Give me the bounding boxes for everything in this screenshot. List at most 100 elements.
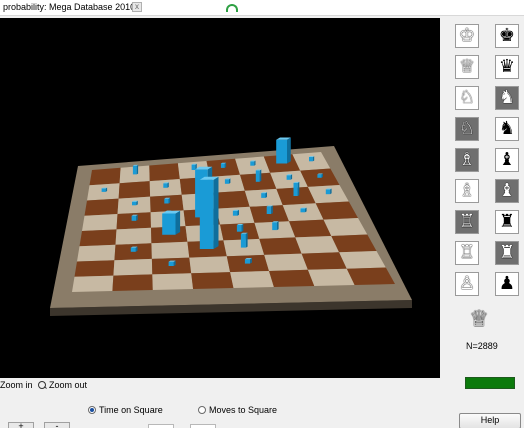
zoom-in-label: Zoom in (0, 380, 33, 390)
board-square (113, 258, 153, 276)
range-start-spinner[interactable] (148, 424, 174, 428)
close-icon[interactable]: x (132, 2, 142, 12)
help-button[interactable]: Help (459, 413, 521, 428)
board-3d-svg (50, 137, 412, 316)
bar-front (220, 163, 225, 168)
bar-front (266, 206, 272, 214)
black-rook-button[interactable]: ♜ (495, 210, 519, 234)
board-square (213, 190, 250, 209)
moves-to-square-radio[interactable] (198, 406, 206, 414)
window-title: probability: Mega Database 2010 (3, 2, 136, 12)
black-queen-button[interactable]: ♛ (495, 55, 519, 79)
bar-front (300, 208, 305, 213)
white-knight-2-button[interactable]: ♘ (455, 117, 479, 141)
bar-side (245, 232, 248, 248)
bar-side (213, 176, 219, 249)
bar-front (317, 174, 322, 178)
status-indicator (465, 377, 515, 389)
black-bishop-2-button[interactable]: ♝ (495, 179, 519, 203)
white-pawn-button[interactable]: ♙ (455, 272, 479, 296)
bar-side (168, 197, 171, 204)
bar-front (132, 201, 137, 206)
bar-front (261, 193, 266, 198)
minus-button[interactable]: - (44, 422, 70, 428)
bar-front (236, 225, 242, 232)
white-rook-2-button[interactable]: ♖ (455, 241, 479, 265)
board-square (74, 260, 115, 277)
bar-side (330, 188, 332, 195)
moves-to-square-option[interactable]: Moves to Square (198, 405, 277, 415)
black-rook-2-button[interactable]: ♜ (495, 241, 519, 265)
white-knight-button[interactable]: ♘ (455, 86, 479, 110)
board-square (259, 237, 302, 255)
bar-side (297, 181, 300, 196)
board-3d-view[interactable] (0, 18, 440, 378)
board-square (84, 198, 119, 216)
bar-side (136, 214, 138, 221)
bar-front (199, 179, 214, 249)
board-square (189, 256, 231, 274)
board-square (72, 275, 114, 292)
board-square (82, 214, 118, 231)
bar-side (167, 182, 169, 188)
white-queen-button[interactable]: ♕ (455, 55, 479, 79)
bar-front (255, 170, 260, 182)
board-square (307, 268, 355, 286)
bar-side (276, 221, 279, 231)
bottom-controls: + - Time on Square Moves to Square Help (0, 393, 524, 428)
bar-side (136, 164, 139, 175)
title-bar: probability: Mega Database 2010 x (0, 0, 524, 16)
sample-count-label: N=2889 (466, 341, 498, 351)
bar-front (130, 247, 136, 252)
bar-front (286, 175, 291, 180)
white-rook-button[interactable]: ♖ (455, 210, 479, 234)
black-pawn-button[interactable]: ♟ (495, 272, 519, 296)
black-bishop-button[interactable]: ♝ (495, 148, 519, 172)
bar-front (163, 183, 168, 188)
bar-side (312, 156, 315, 162)
app-logo-icon (226, 4, 238, 12)
bar-front (244, 259, 251, 264)
black-knight-2-button[interactable]: ♞ (495, 117, 519, 141)
bar-front (232, 210, 238, 216)
time-on-square-radio[interactable] (88, 406, 96, 414)
board-square (112, 274, 153, 291)
board-square (301, 252, 347, 270)
white-bishop-button[interactable]: ♗ (455, 148, 479, 172)
bar-front (240, 233, 246, 248)
white-bishop-2-button[interactable]: ♗ (455, 179, 479, 203)
white-king-button[interactable]: ♔ (455, 24, 479, 48)
bar-side (229, 178, 231, 184)
bar-side (271, 205, 273, 214)
bar-side (237, 209, 239, 216)
board-square (77, 244, 116, 262)
bar-side (265, 192, 267, 198)
zoom-in-button[interactable]: Zoom in (0, 380, 33, 390)
magnifier-icon (38, 380, 47, 390)
bar-front (162, 213, 176, 235)
board-square (115, 227, 152, 245)
board-square (269, 269, 315, 287)
bar-front (276, 139, 287, 164)
bar-front (272, 222, 277, 231)
bar-side (175, 210, 181, 235)
bar-front (132, 165, 137, 175)
plus-button[interactable]: + (8, 422, 34, 428)
board-square (118, 181, 151, 199)
board-square (295, 236, 340, 254)
time-on-square-label: Time on Square (99, 405, 163, 415)
black-knight-button[interactable]: ♞ (495, 86, 519, 110)
bar-side (287, 137, 291, 164)
range-end-spinner[interactable] (190, 424, 216, 428)
bar-front (131, 215, 137, 221)
bar-front (309, 157, 313, 162)
bar-front (164, 198, 169, 204)
time-on-square-option[interactable]: Time on Square (88, 405, 163, 415)
zoom-out-button[interactable]: Zoom out (38, 380, 87, 390)
bar-front (168, 261, 174, 266)
board-square (149, 163, 180, 182)
bar-front (325, 189, 331, 195)
board-square (151, 241, 190, 259)
bar-front (191, 164, 196, 170)
black-king-button[interactable]: ♚ (495, 24, 519, 48)
